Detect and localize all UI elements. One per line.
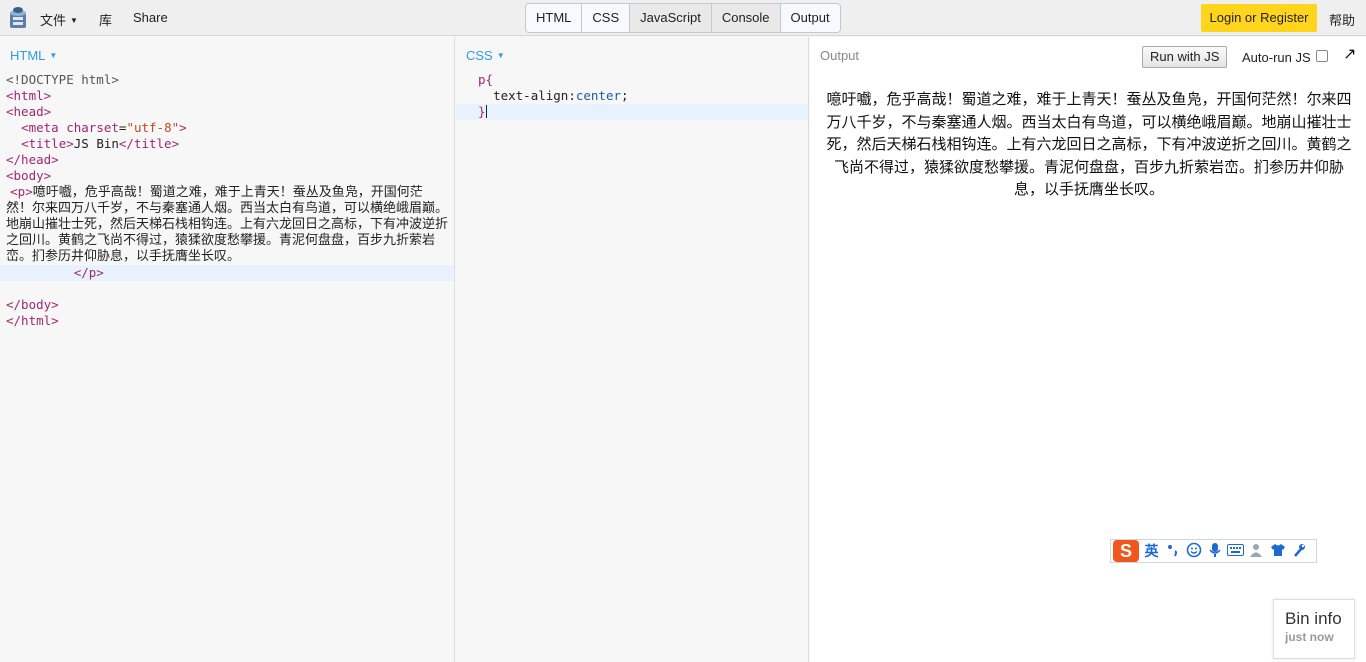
autorun-checkbox[interactable]: [1316, 50, 1328, 62]
sogou-logo[interactable]: S: [1113, 540, 1139, 562]
attr-token: charset: [66, 120, 119, 135]
code-line: </html>: [0, 313, 454, 329]
tag-token: <meta: [21, 120, 59, 135]
html-panel: HTML ▼ <!DOCTYPE html> <html> <head> <met…: [0, 37, 455, 662]
code-line: p{: [456, 72, 808, 88]
html-code-editor[interactable]: <!DOCTYPE html> <html> <head> <meta char…: [0, 72, 454, 329]
tab-css[interactable]: CSS: [582, 4, 631, 32]
output-panel: Output Run with JS Auto-run JS ↗ 噫吁嚱，危乎高…: [810, 37, 1366, 662]
colon-token: :: [568, 88, 576, 103]
bin-info-timestamp: just now: [1285, 630, 1334, 644]
user-icon[interactable]: [1248, 542, 1265, 561]
file-menu[interactable]: 文件 ▼: [40, 10, 78, 29]
autorun-label: Auto-run JS: [1242, 50, 1311, 65]
tag-token: <head>: [6, 104, 52, 119]
bin-info-title: Bin info: [1285, 609, 1342, 628]
brace-token: }: [478, 104, 486, 119]
code-line: <meta charset="utf-8">: [0, 120, 454, 136]
property-token: text-align: [493, 88, 569, 103]
css-panel: CSS ▼ p{ text-align:center; }: [456, 37, 809, 662]
tag-token: </p>: [73, 265, 104, 280]
skin-icon[interactable]: [1269, 543, 1286, 560]
login-register-button[interactable]: Login or Register: [1201, 4, 1317, 32]
tag-token: <body>: [6, 168, 52, 183]
tag-token: </title>: [118, 136, 180, 151]
text-token: 噫吁嚱，危乎高哉！蜀道之难，难于上青天！蚕丛及鱼凫，开国何茫然！尔来四万八千岁，…: [6, 185, 449, 264]
library-menu[interactable]: 库: [99, 10, 112, 29]
output-panel-title: Output: [820, 48, 860, 63]
code-line: <p>噫吁嚱，危乎高哉！蜀道之难，难于上青天！蚕丛及鱼凫，开国何茫然！尔来四万八…: [0, 184, 454, 265]
text-token: JS Bin: [73, 136, 119, 151]
code-line: text-align:center;: [456, 88, 808, 104]
popout-icon[interactable]: ↗: [1343, 47, 1356, 63]
tag-token: </body>: [6, 297, 59, 312]
code-line: </body>: [0, 297, 454, 313]
selector-token: p{: [478, 72, 494, 87]
tag-token: <title>: [21, 136, 74, 151]
panel-tabs: HTML CSS JavaScript Console Output: [525, 3, 841, 33]
doctype-token: <!DOCTYPE html>: [6, 72, 119, 87]
microphone-icon[interactable]: [1206, 542, 1223, 561]
html-panel-label[interactable]: HTML ▼: [10, 48, 57, 63]
code-line: <head>: [0, 104, 454, 120]
code-line: <body>: [0, 168, 454, 184]
tag-token: <html>: [6, 88, 52, 103]
chevron-down-icon: ▼: [496, 51, 505, 60]
top-bar: 文件 ▼ 库 Share HTML CSS JavaScript Console …: [0, 0, 1366, 36]
file-menu-label: 文件: [40, 13, 67, 28]
ime-toolbar: S 英: [1110, 539, 1317, 563]
value-token: center: [575, 88, 622, 103]
tag-token: </head>: [6, 152, 59, 167]
code-line: <title>JS Bin</title>: [0, 136, 454, 152]
tab-console[interactable]: Console: [712, 4, 781, 32]
code-line: <html>: [0, 88, 454, 104]
css-code-editor[interactable]: p{ text-align:center; }: [456, 72, 808, 120]
tag-token: >: [179, 120, 187, 135]
settings-icon[interactable]: [1290, 542, 1307, 561]
emoji-icon[interactable]: [1185, 542, 1202, 561]
attr-value-token: "utf-8": [126, 120, 180, 135]
jsbin-logo-icon[interactable]: [8, 6, 28, 30]
tab-html[interactable]: HTML: [526, 4, 583, 32]
language-toggle[interactable]: 英: [1143, 541, 1160, 561]
code-line: <!DOCTYPE html>: [0, 72, 454, 88]
tab-javascript[interactable]: JavaScript: [630, 4, 712, 32]
code-line-active: }: [456, 104, 808, 120]
tag-token: </html>: [6, 313, 59, 328]
semicolon-token: ;: [621, 88, 629, 103]
share-menu[interactable]: Share: [133, 10, 168, 25]
punctuation-icon[interactable]: [1164, 543, 1181, 560]
code-line: </head>: [0, 152, 454, 168]
code-line-active: </p>: [0, 265, 454, 281]
run-with-js-button[interactable]: Run with JS: [1142, 46, 1228, 68]
chevron-down-icon: ▼: [49, 51, 58, 60]
text-cursor: [485, 105, 487, 118]
css-panel-title: CSS: [466, 48, 493, 63]
keyboard-icon[interactable]: [1227, 543, 1244, 559]
chevron-down-icon: ▼: [70, 16, 78, 25]
css-panel-label[interactable]: CSS ▼: [466, 48, 505, 63]
help-menu[interactable]: 帮助: [1329, 10, 1355, 29]
tag-token: <p>: [10, 184, 33, 199]
output-paragraph: 噫吁嚱，危乎高哉！蜀道之难，难于上青天！蚕丛及鱼凫，开国何茫然！尔来四万八千岁，…: [826, 90, 1352, 198]
html-panel-title: HTML: [10, 48, 46, 63]
bin-info-button[interactable]: Bin info just now: [1273, 599, 1355, 659]
tab-output[interactable]: Output: [780, 4, 840, 32]
